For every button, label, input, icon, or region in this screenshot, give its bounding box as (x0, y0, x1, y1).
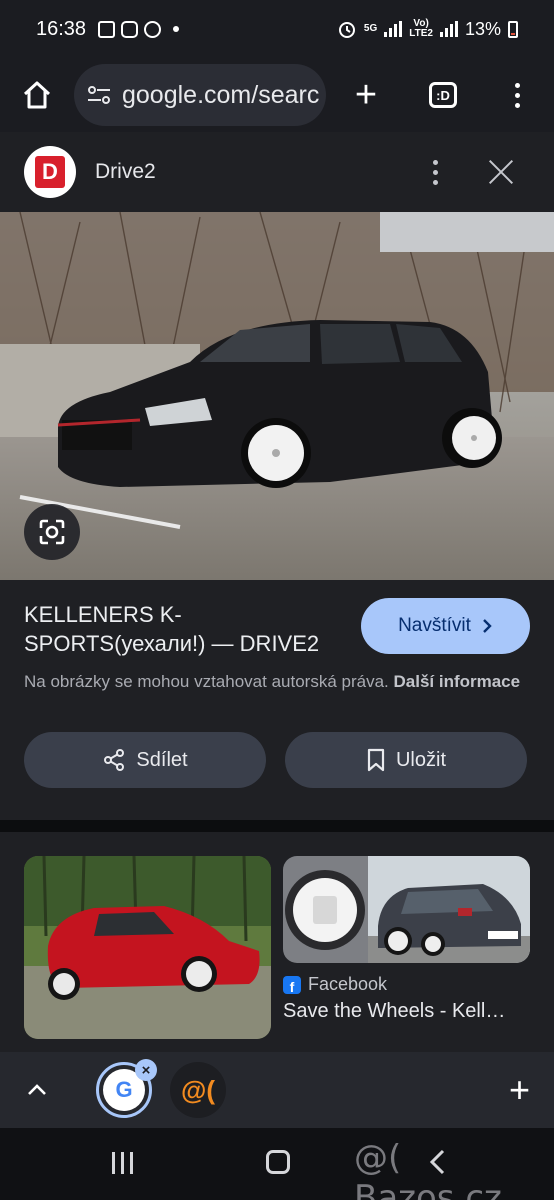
chevron-up-icon (28, 1084, 46, 1095)
site-name[interactable]: Drive2 (95, 160, 156, 184)
gallery-icon (98, 20, 116, 38)
home-nav-icon[interactable] (266, 1150, 290, 1174)
browser-toolbar: google.com/searc + :D (0, 58, 554, 132)
lens-icon (39, 519, 65, 545)
share-icon (104, 749, 125, 771)
related-image-red-car[interactable] (24, 856, 271, 1039)
site-settings-icon (88, 86, 110, 104)
status-time: 16:38 (36, 17, 87, 40)
panel-header: D Drive2 (0, 132, 554, 212)
add-tab-button[interactable]: + (509, 1069, 530, 1111)
share-button[interactable]: Sdílet (24, 732, 266, 788)
google-icon: G (115, 1077, 133, 1102)
messenger-icon (144, 20, 162, 38)
drive2-logo-letter: D (35, 156, 65, 188)
result-image[interactable] (0, 212, 554, 580)
visit-label: Navštívit (398, 615, 471, 636)
tab-strip: G × @( + (0, 1052, 554, 1128)
signal-icon (384, 21, 403, 37)
status-bar: 16:38 5G Vo) LTE2 13% (0, 0, 554, 58)
signal-icon-2 (439, 21, 458, 37)
network-5g-label: 5G (363, 23, 378, 34)
alarm-icon (338, 22, 355, 38)
browser-menu-button[interactable] (480, 58, 554, 132)
copyright-notice: Na obrázky se mohou vztahovat autorská p… (24, 672, 521, 691)
address-bar[interactable]: google.com/searc (74, 64, 326, 126)
system-nav-bar: @( Bazos.cz (0, 1128, 554, 1200)
more-vert-icon (514, 82, 520, 108)
tab-switcher-button[interactable]: :D (406, 58, 480, 132)
related-source-name: Facebook (308, 974, 388, 994)
more-info-link[interactable]: Další informace (393, 672, 520, 691)
facebook-icon: f (283, 975, 301, 994)
section-divider (0, 820, 554, 832)
site-logo[interactable]: D (24, 146, 76, 198)
home-button[interactable] (0, 58, 74, 132)
image-result-panel: D Drive2 KELLENERS K-SPORTS(уехали!) — D… (0, 132, 554, 820)
watermark: @( Bazos.cz (354, 1138, 502, 1200)
visit-button[interactable]: Navštívit (361, 598, 530, 654)
instagram-icon (121, 20, 139, 38)
car-photo (0, 212, 554, 580)
tab-google[interactable]: G × (96, 1059, 157, 1118)
google-lens-button[interactable] (24, 504, 80, 560)
expand-tabs-button[interactable] (0, 1083, 74, 1097)
red-car-photo (24, 856, 271, 1039)
related-image-wheels[interactable] (283, 856, 530, 963)
result-title[interactable]: KELLENERS K-SPORTS(уехали!) — DRIVE2 (24, 600, 354, 658)
battery-icon (508, 20, 518, 38)
notification-dot-icon (173, 26, 180, 32)
wheels-photo (283, 856, 530, 963)
new-tab-button[interactable]: + (326, 58, 406, 132)
bazos-icon: @( (180, 1074, 215, 1105)
panel-more-icon[interactable] (433, 159, 438, 185)
close-icon[interactable] (488, 159, 514, 185)
bookmark-icon (367, 748, 385, 772)
chevron-right-icon (483, 619, 492, 633)
battery-percent: 13% (464, 18, 501, 39)
result-info: KELLENERS K-SPORTS(уехали!) — DRIVE2 Nav… (0, 580, 554, 788)
save-label: Uložit (395, 748, 446, 771)
back-icon[interactable] (426, 1148, 448, 1176)
tab-count: :D (429, 82, 457, 108)
share-label: Sdílet (136, 748, 188, 771)
tab-bazos[interactable]: @( (170, 1062, 226, 1118)
close-tab-icon[interactable]: × (135, 1059, 157, 1081)
related-title[interactable]: Save the Wheels - Kell… (283, 1000, 523, 1023)
save-button[interactable]: Uložit (285, 732, 527, 788)
volte-label: Vo) LTE2 (409, 18, 433, 39)
home-icon (23, 81, 51, 109)
recents-icon[interactable] (112, 1152, 133, 1174)
url-text: google.com/searc (122, 80, 320, 109)
related-source[interactable]: f Facebook (283, 974, 387, 995)
plus-icon: + (354, 74, 378, 116)
related-images: f Facebook Save the Wheels - Kell… (0, 832, 554, 1052)
